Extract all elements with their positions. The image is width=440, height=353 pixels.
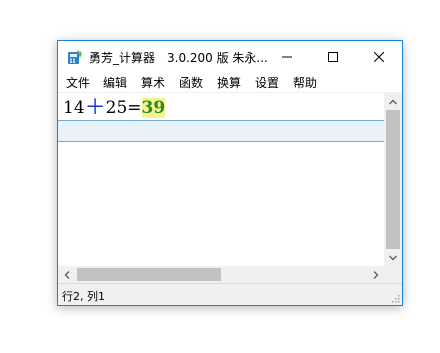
equals-sign: = [127, 98, 142, 118]
menu-edit[interactable]: 编辑 [103, 74, 127, 91]
title-bar[interactable]: 勇芳_计算器 3.0.200 版 朱永... [58, 41, 402, 72]
calculator-app-icon [68, 50, 82, 64]
scroll-down-button[interactable] [384, 249, 402, 266]
operand-2: 25 [105, 98, 128, 118]
minimize-icon [282, 56, 292, 57]
menu-settings[interactable]: 设置 [255, 74, 279, 91]
menu-file[interactable]: 文件 [66, 74, 90, 91]
scroll-up-button[interactable] [384, 93, 402, 110]
chevron-left-icon [64, 270, 69, 279]
menu-bar: 文件 编辑 算术 函数 换算 设置 帮助 [58, 72, 402, 93]
cursor-position: 行2, 列1 [62, 290, 105, 303]
result-value: 39 [141, 98, 166, 118]
menu-arithmetic[interactable]: 算术 [141, 74, 165, 91]
status-bar: 行2, 列1 [58, 283, 402, 305]
minimize-button[interactable] [264, 41, 310, 72]
operator-plus: ＋ [84, 95, 106, 119]
menu-convert[interactable]: 换算 [217, 74, 241, 91]
menu-help[interactable]: 帮助 [293, 74, 317, 91]
maximize-button[interactable] [310, 41, 356, 72]
scroll-left-button[interactable] [58, 266, 75, 283]
scroll-right-button[interactable] [367, 266, 384, 283]
close-button[interactable] [356, 41, 402, 72]
menu-functions[interactable]: 函数 [179, 74, 203, 91]
window-title: 勇芳_计算器 3.0.200 版 朱永... [89, 51, 268, 65]
close-icon [374, 51, 384, 62]
horizontal-scroll-thumb[interactable] [77, 268, 221, 281]
horizontal-scrollbar[interactable] [58, 266, 384, 283]
current-line-highlight [58, 120, 384, 142]
resize-grip-icon[interactable] [390, 293, 400, 303]
operand-1: 14 [63, 98, 85, 118]
scrollbar-corner [384, 266, 402, 283]
vertical-scroll-thumb[interactable] [386, 110, 400, 249]
vertical-scrollbar[interactable] [384, 93, 402, 266]
expression-line: 14＋25=39 [63, 94, 166, 119]
calculator-window: 勇芳_计算器 3.0.200 版 朱永... 文件 编辑 算术 函数 换算 设置… [57, 40, 403, 306]
chevron-up-icon [389, 99, 397, 104]
maximize-icon [328, 51, 338, 62]
chevron-right-icon [373, 270, 378, 279]
expression-editor[interactable]: 14＋25=39 [58, 93, 384, 266]
chevron-down-icon [389, 255, 397, 260]
